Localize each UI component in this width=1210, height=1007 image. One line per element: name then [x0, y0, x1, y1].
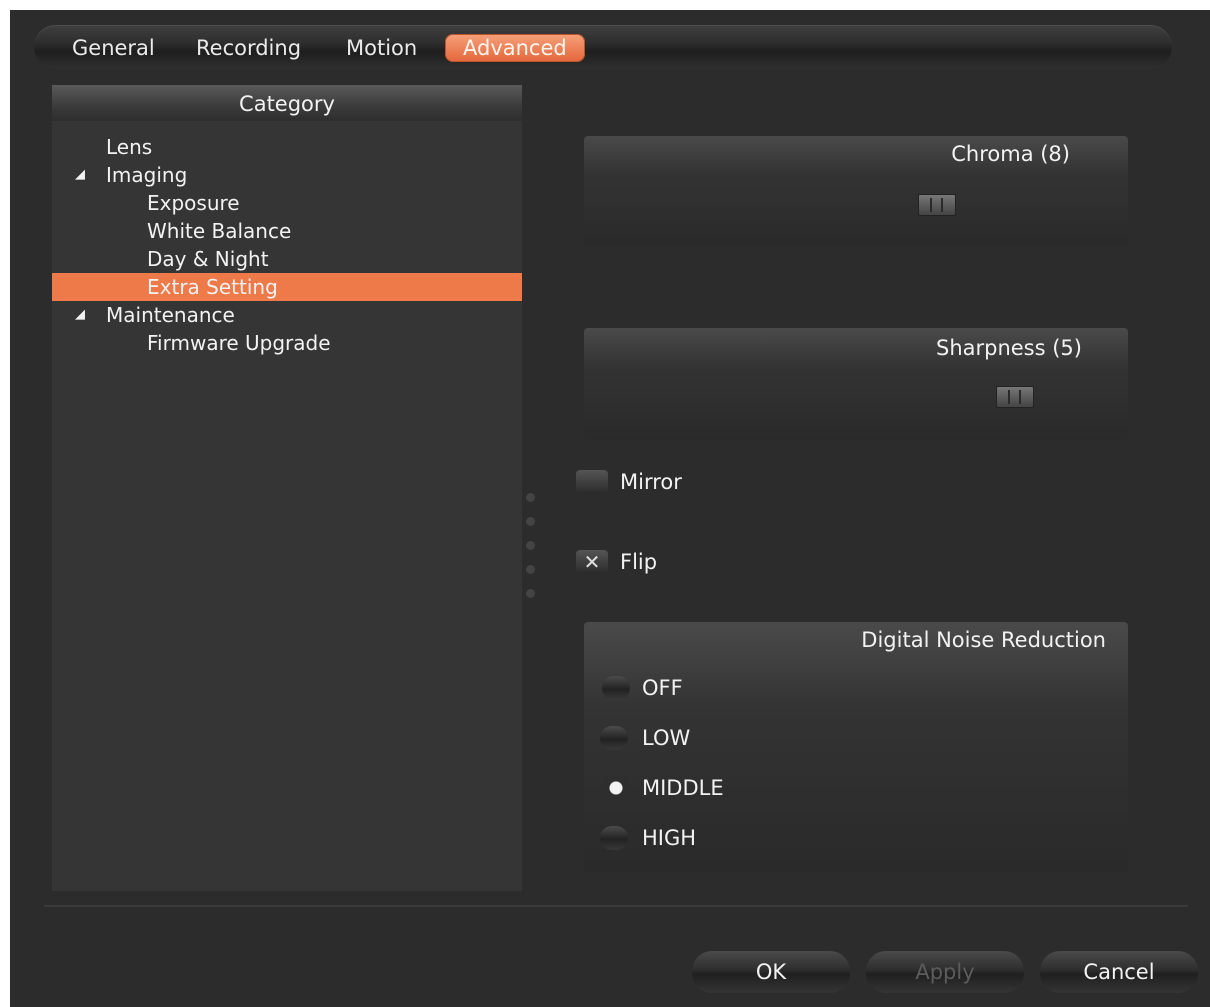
tree-item-label: Lens [106, 135, 153, 159]
dnr-title: Digital Noise Reduction [861, 628, 1106, 652]
tree-item-firmware-upgrade[interactable]: Firmware Upgrade [52, 329, 522, 357]
tree-item-label: Exposure [147, 191, 240, 215]
expand-arrow-icon[interactable]: ◢ [75, 301, 85, 329]
tree-item-lens[interactable]: Lens [52, 133, 522, 161]
tree-item-label: White Balance [147, 219, 292, 243]
tree-item-label: Maintenance [106, 303, 235, 327]
chroma-title: Chroma (8) [951, 142, 1070, 166]
flip-label: Flip [620, 550, 658, 574]
tab-motion[interactable]: Motion [346, 34, 417, 62]
chroma-group: Chroma (8) [584, 136, 1128, 246]
chroma-slider-handle[interactable] [918, 194, 956, 216]
category-header: Category [52, 85, 522, 121]
tree-item-label: Imaging [106, 163, 188, 187]
tree-item-exposure[interactable]: Exposure [52, 189, 522, 217]
splitter-handle-dot [526, 565, 535, 574]
tree-item-label: Extra Setting [147, 275, 278, 299]
sharpness-title: Sharpness (5) [935, 336, 1082, 360]
expand-arrow-icon[interactable]: ◢ [75, 161, 85, 189]
dnr-label-high: HIGH [642, 826, 697, 850]
ok-button[interactable]: OK [692, 951, 850, 993]
tab-advanced[interactable]: Advanced [445, 34, 585, 62]
flip-checkbox[interactable]: ✕ [576, 550, 608, 574]
checkmark-x-icon: ✕ [583, 550, 601, 574]
mirror-checkbox[interactable] [576, 470, 608, 494]
splitter-handle-dot [526, 589, 535, 598]
sharpness-slider-handle[interactable] [996, 386, 1034, 408]
cancel-button[interactable]: Cancel [1040, 951, 1198, 993]
dnr-radio-high[interactable] [600, 826, 628, 850]
dnr-radio-middle[interactable] [602, 776, 630, 800]
apply-button[interactable]: Apply [866, 951, 1024, 993]
tree-item-maintenance[interactable]: ◢ Maintenance [52, 301, 522, 329]
dnr-label-low: LOW [642, 726, 691, 750]
tree-item-label: Day & Night [147, 247, 269, 271]
tab-recording[interactable]: Recording [196, 34, 301, 62]
splitter-handle-dot [526, 493, 535, 502]
tab-general[interactable]: General [72, 34, 155, 62]
category-panel: Category Lens ◢ Imaging Exposure White B… [52, 85, 522, 891]
mirror-label: Mirror [620, 470, 682, 494]
splitter-handle-dot [526, 541, 535, 550]
tree-item-day-night[interactable]: Day & Night [52, 245, 522, 273]
dnr-radio-low[interactable] [600, 726, 628, 750]
sharpness-group: Sharpness (5) [584, 328, 1128, 440]
tree-item-white-balance[interactable]: White Balance [52, 217, 522, 245]
dnr-label-middle: MIDDLE [642, 776, 724, 800]
dnr-radio-off[interactable] [602, 676, 630, 700]
bottom-divider [44, 905, 1188, 907]
tree-item-label: Firmware Upgrade [147, 331, 331, 355]
dnr-label-off: OFF [642, 676, 683, 700]
tree-item-imaging[interactable]: ◢ Imaging [52, 161, 522, 189]
tree-item-extra-setting[interactable]: Extra Setting [52, 273, 522, 301]
splitter-handle-dot [526, 517, 535, 526]
